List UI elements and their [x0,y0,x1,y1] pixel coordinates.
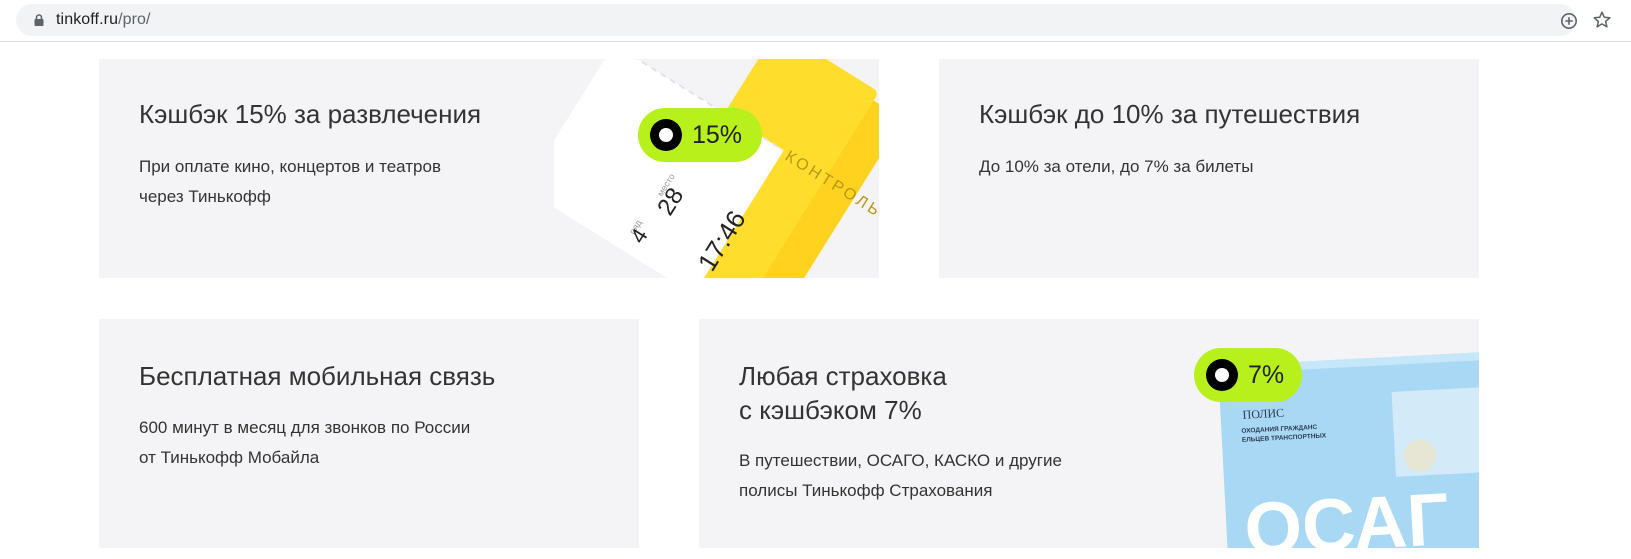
card-travel-cashback[interactable]: Кэшбэк до 10% за путешествия До 10% за о… [939,59,1479,278]
card-entertainment-cashback[interactable]: Кэшбэк 15% за развлечения При оплате кин… [99,59,879,278]
policy-heading: ПОЛИС [1242,406,1284,422]
url-path: /pro/ [118,11,151,28]
card-text-line1: 600 минут в месяц для звонков по России [139,418,471,437]
browser-toolbar: tinkoff.ru/pro/ [0,0,1631,42]
badge-value: 15% [692,120,743,149]
address-bar[interactable]: tinkoff.ru/pro/ [16,4,1579,36]
badge-value: 7% [1248,360,1285,389]
card-text: До 10% за отели, до 7% за билеты [979,157,1254,176]
card-text-line2: от Тинькофф Мобайла [139,448,320,467]
url-text[interactable]: tinkoff.ru/pro/ [56,11,151,29]
card-title: Бесплатная мобильная связь [139,361,496,391]
card-insurance-cashback[interactable]: Любая страховка с кэшбэком 7% В путешест… [699,319,1479,548]
add-icon[interactable] [1559,11,1579,31]
card-title-line1: Любая страховка [739,361,947,391]
card-title: Кэшбэк до 10% за путешествия [979,99,1361,129]
card-text-line1: При оплате кино, концертов и театров [139,157,441,176]
url-host: tinkoff.ru [56,11,119,28]
card-text-line1: В путешествии, ОСАГО, КАСКО и другие [739,451,1062,470]
star-icon[interactable] [1592,10,1612,30]
cashback-badge: 7% [1194,348,1303,402]
card-text-line2: полисы Тинькофф Страхования [739,481,993,500]
badge-dot-icon [650,119,682,151]
cashback-badge: 15% [638,108,763,162]
card-title-line2: с кэшбэком 7% [739,395,922,425]
badge-dot-icon [1206,359,1238,391]
lock-icon[interactable] [32,13,46,27]
tickets-illustration: КОНТРОЛЬ ряд 4 место 28 17:46 [554,59,879,278]
policy-big-text: ОСАГ [1242,477,1451,548]
card-title: Кэшбэк 15% за развлечения [139,99,482,129]
card-free-mobile[interactable]: Бесплатная мобильная связь 600 минут в м… [99,319,639,548]
card-text-line2: через Тинькофф [139,187,271,206]
